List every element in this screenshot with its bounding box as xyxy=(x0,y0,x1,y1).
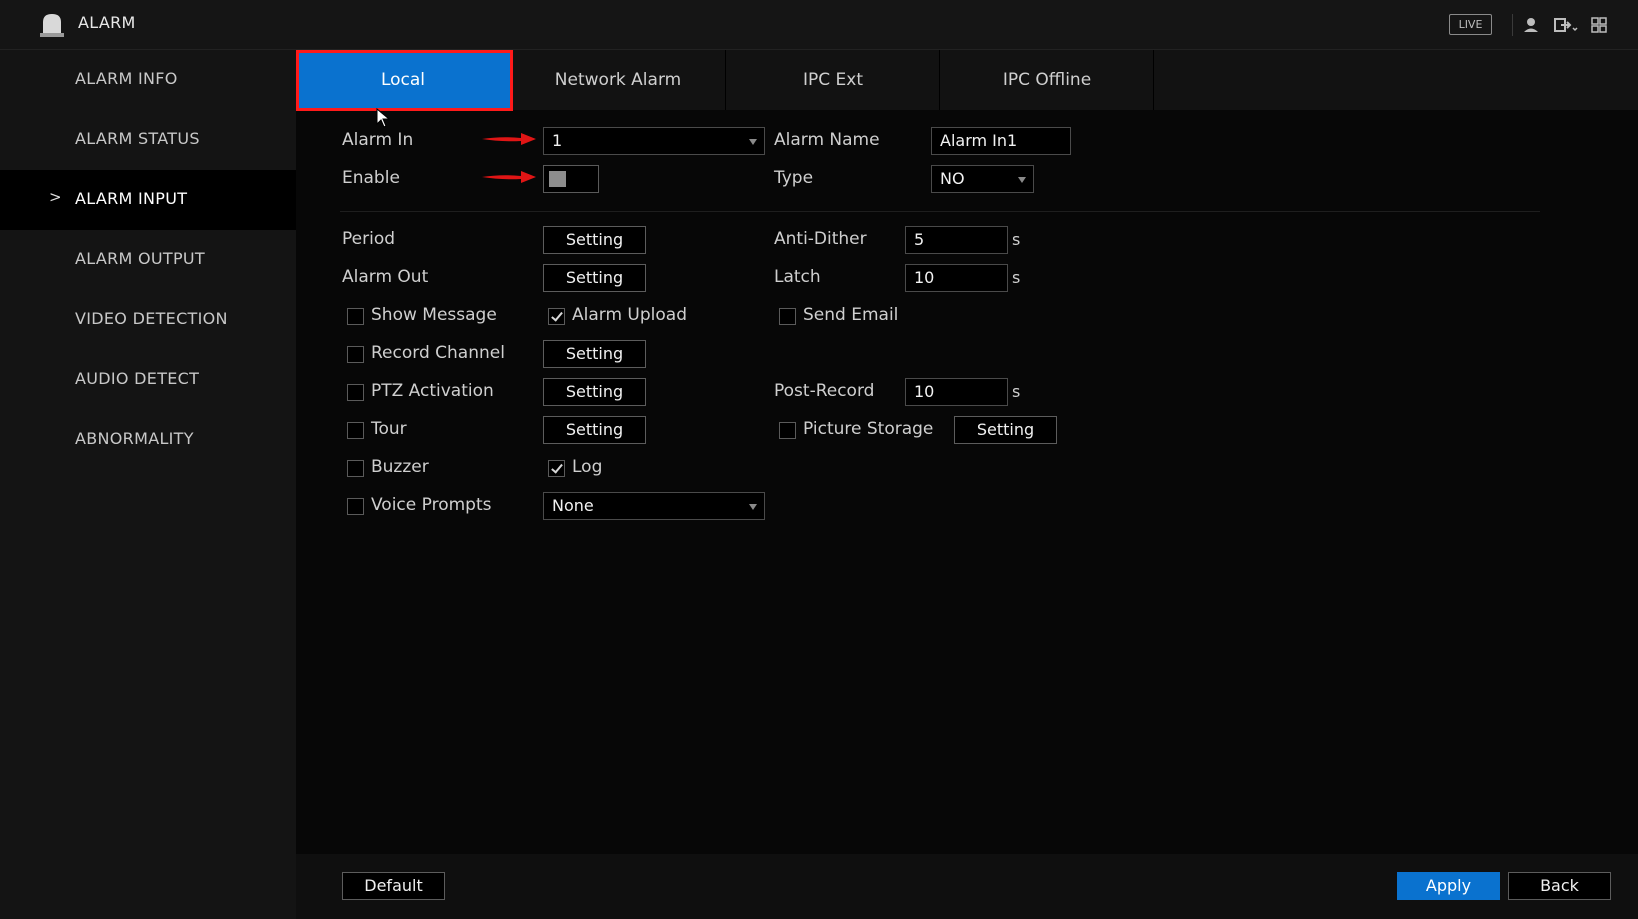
sidebar-item-label: ALARM STATUS xyxy=(75,129,200,148)
record-channel-label: Record Channel xyxy=(371,343,505,363)
sidebar-item-label: ALARM INPUT xyxy=(75,189,188,208)
sidebar-item-label: VIDEO DETECTION xyxy=(75,309,228,328)
grid-menu-icon[interactable] xyxy=(1589,15,1609,35)
live-button[interactable]: LIVE xyxy=(1449,14,1492,35)
chevron-right-icon: > xyxy=(49,188,62,206)
show-message-label: Show Message xyxy=(371,305,497,325)
sidebar-item-label: ALARM OUTPUT xyxy=(75,249,205,268)
log-checkbox[interactable] xyxy=(548,460,565,477)
picture-storage-label: Picture Storage xyxy=(803,419,934,439)
anti-dither-label: Anti-Dither xyxy=(774,229,867,249)
tab-divider xyxy=(1153,50,1154,110)
voice-prompts-label: Voice Prompts xyxy=(371,495,492,515)
latch-unit: s xyxy=(1012,268,1021,287)
alarm-out-label: Alarm Out xyxy=(342,267,429,287)
ptz-activation-setting-button[interactable]: Setting xyxy=(543,378,646,406)
ptz-activation-label: PTZ Activation xyxy=(371,381,494,401)
sidebar-item-audio-detect[interactable]: AUDIO DETECT xyxy=(0,350,296,410)
record-channel-checkbox[interactable] xyxy=(347,346,364,363)
log-label: Log xyxy=(572,457,603,477)
ptz-activation-checkbox[interactable] xyxy=(347,384,364,401)
post-record-label: Post-Record xyxy=(774,381,875,401)
buzzer-checkbox[interactable] xyxy=(347,460,364,477)
red-arrow-icon xyxy=(482,133,536,145)
section-divider xyxy=(340,211,1540,212)
voice-prompts-select[interactable]: None xyxy=(543,492,765,520)
period-setting-button[interactable]: Setting xyxy=(543,226,646,254)
enable-label: Enable xyxy=(342,168,400,188)
sidebar-item-label: ABNORMALITY xyxy=(75,429,194,448)
titlebar-divider xyxy=(1512,14,1513,36)
latch-label: Latch xyxy=(774,267,821,287)
tab-ipc-ext[interactable]: IPC Ext xyxy=(726,50,940,110)
alarm-out-setting-button[interactable]: Setting xyxy=(543,264,646,292)
buzzer-label: Buzzer xyxy=(371,457,429,477)
page-title: ALARM xyxy=(78,13,136,32)
alarm-name-input[interactable]: Alarm In1 xyxy=(931,127,1071,155)
sidebar-item-label: AUDIO DETECT xyxy=(75,369,200,388)
alarm-in-value: 1 xyxy=(552,131,563,150)
sidebar-item-video-detection[interactable]: VIDEO DETECTION xyxy=(0,290,296,350)
sidebar-item-alarm-input[interactable]: > ALARM INPUT xyxy=(0,170,296,230)
red-arrow-icon xyxy=(482,171,536,183)
anti-dither-input[interactable]: 5 xyxy=(905,226,1008,254)
post-record-input[interactable]: 10 xyxy=(905,378,1008,406)
type-label: Type xyxy=(774,168,814,188)
record-channel-setting-button[interactable]: Setting xyxy=(543,340,646,368)
tab-local[interactable]: Local xyxy=(296,50,510,110)
alarm-name-label: Alarm Name xyxy=(774,130,880,150)
footer-bar: Default Apply Back xyxy=(296,854,1638,919)
sidebar-item-label: ALARM INFO xyxy=(75,69,178,88)
tab-bar: Local Network Alarm IPC Ext IPC Offline xyxy=(296,50,1638,111)
title-bar: ALARM LIVE xyxy=(0,0,1638,50)
show-message-checkbox[interactable] xyxy=(347,308,364,325)
alarm-in-select[interactable]: 1 xyxy=(543,127,765,155)
user-icon[interactable] xyxy=(1521,15,1541,35)
enable-toggle[interactable] xyxy=(543,165,599,193)
tab-ipc-offline[interactable]: IPC Offline xyxy=(940,50,1154,110)
default-button[interactable]: Default xyxy=(342,872,445,900)
chevron-down-icon xyxy=(1018,177,1026,183)
alarm-upload-label: Alarm Upload xyxy=(572,305,687,325)
tour-checkbox[interactable] xyxy=(347,422,364,439)
chevron-down-icon xyxy=(749,504,757,510)
tour-label: Tour xyxy=(371,419,407,439)
post-record-unit: s xyxy=(1012,382,1021,401)
logout-icon[interactable] xyxy=(1553,15,1579,35)
sidebar: ALARM INFO ALARM STATUS > ALARM INPUT AL… xyxy=(0,50,296,919)
send-email-label: Send Email xyxy=(803,305,899,325)
sidebar-item-alarm-output[interactable]: ALARM OUTPUT xyxy=(0,230,296,290)
back-button[interactable]: Back xyxy=(1508,872,1611,900)
chevron-down-icon xyxy=(749,139,757,145)
alarm-bell-icon xyxy=(40,14,64,37)
send-email-checkbox[interactable] xyxy=(779,308,796,325)
mouse-cursor-icon xyxy=(376,108,391,128)
alarm-upload-checkbox[interactable] xyxy=(548,308,565,325)
voice-prompts-checkbox[interactable] xyxy=(347,498,364,515)
sidebar-item-alarm-status[interactable]: ALARM STATUS xyxy=(0,110,296,170)
toggle-knob xyxy=(549,171,566,187)
apply-button[interactable]: Apply xyxy=(1397,872,1500,900)
picture-storage-setting-button[interactable]: Setting xyxy=(954,416,1057,444)
voice-prompts-value: None xyxy=(552,496,594,515)
tab-network-alarm[interactable]: Network Alarm xyxy=(511,50,725,110)
type-select[interactable]: NO xyxy=(931,165,1034,193)
anti-dither-unit: s xyxy=(1012,230,1021,249)
latch-input[interactable]: 10 xyxy=(905,264,1008,292)
main-panel: Local Network Alarm IPC Ext IPC Offline … xyxy=(296,50,1638,919)
type-value: NO xyxy=(940,169,965,188)
sidebar-item-abnormality[interactable]: ABNORMALITY xyxy=(0,410,296,470)
period-label: Period xyxy=(342,229,396,249)
picture-storage-checkbox[interactable] xyxy=(779,422,796,439)
tour-setting-button[interactable]: Setting xyxy=(543,416,646,444)
sidebar-item-alarm-info[interactable]: ALARM INFO xyxy=(0,50,296,110)
alarm-in-label: Alarm In xyxy=(342,130,414,150)
